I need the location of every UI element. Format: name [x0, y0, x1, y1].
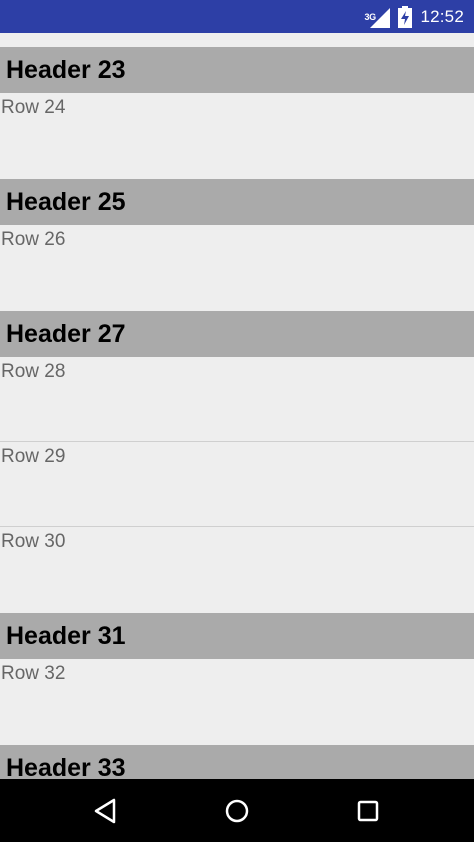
section-header: Header 33: [0, 745, 474, 779]
section-header: Header 31: [0, 613, 474, 659]
navigation-bar: [0, 779, 474, 842]
back-icon: [94, 798, 116, 823]
signal-icon: [370, 7, 391, 28]
section-header: Header 23: [0, 47, 474, 93]
recents-icon: [357, 800, 379, 821]
list-row[interactable]: Row 32: [0, 659, 474, 744]
list-row[interactable]: Row 30: [0, 527, 474, 612]
back-button[interactable]: [85, 792, 125, 829]
list-row[interactable]: Row 28: [0, 357, 474, 442]
status-icons: 3G 12:52: [364, 0, 464, 33]
section-header: Header 27: [0, 311, 474, 357]
sectioned-list[interactable]: Header 23 Row 24 Header 25 Row 26 Header…: [0, 33, 474, 779]
list-row[interactable]: Row 24: [0, 93, 474, 178]
status-bar: 3G 12:52: [0, 0, 474, 33]
list-row[interactable]: Row 29: [0, 442, 474, 527]
section-header: Header 25: [0, 179, 474, 225]
signal-indicator: 3G: [364, 6, 391, 28]
home-button[interactable]: [217, 792, 257, 829]
list-row[interactable]: Row 26: [0, 225, 474, 310]
home-icon: [225, 799, 249, 822]
recents-button[interactable]: [348, 792, 388, 829]
battery-charging-icon: [398, 5, 413, 28]
clock: 12:52: [420, 6, 464, 26]
